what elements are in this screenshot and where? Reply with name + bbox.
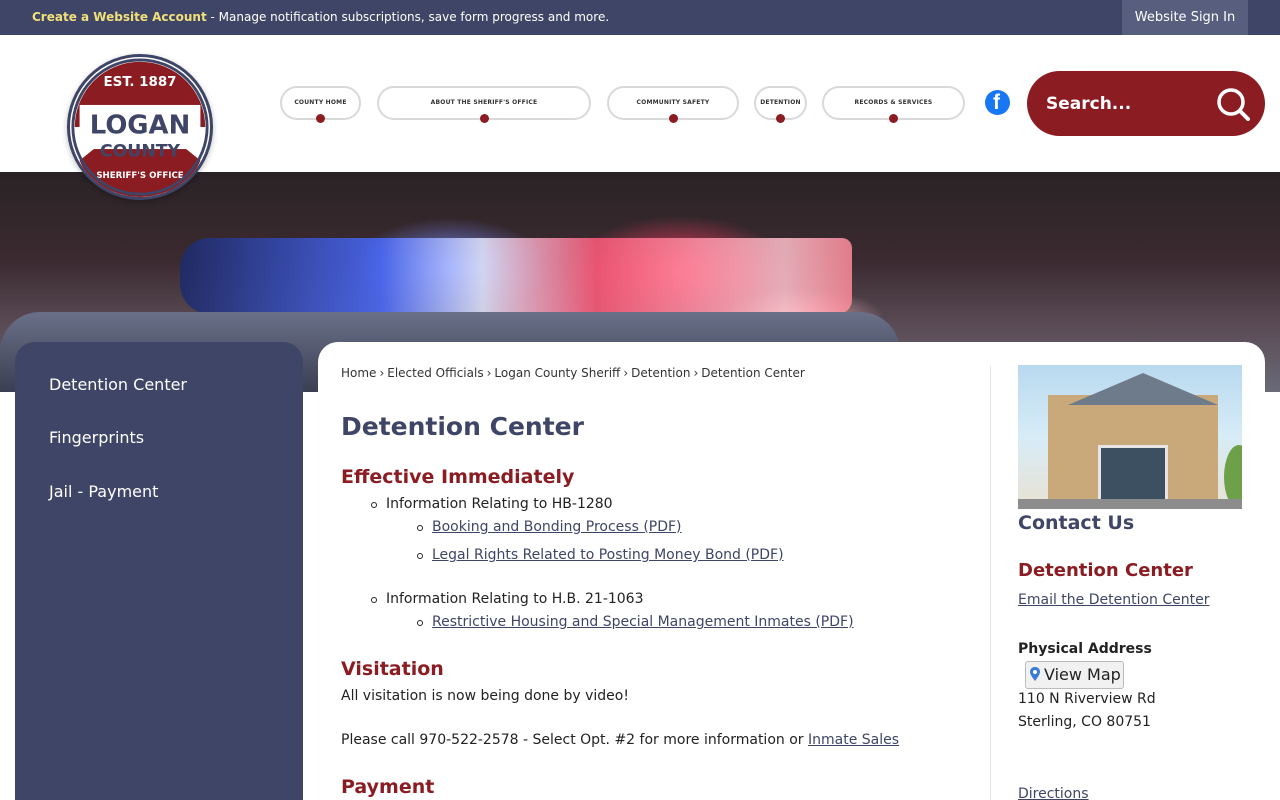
- view-map-button[interactable]: View Map: [1025, 661, 1124, 689]
- visitation-video-text: All visitation is now being done by vide…: [341, 688, 629, 704]
- logo-county-text: COUNTY: [100, 142, 181, 162]
- bullet: [417, 525, 423, 531]
- nav-label: COMMUNITY SAFETY: [636, 99, 710, 106]
- street-address: 110 N Riverview Rd: [1018, 691, 1156, 707]
- visitation-call-line: Please call 970-522-2578 - Select Opt. #…: [341, 732, 808, 748]
- search-icon[interactable]: [1216, 87, 1250, 121]
- main-content: Home › Elected Officials › Logan County Sher…: [318, 342, 1265, 800]
- bullet: [417, 620, 423, 626]
- physical-address-label: Physical Address: [1018, 641, 1152, 657]
- email-detention-link[interactable]: Email the Detention Center: [1018, 592, 1209, 608]
- bullet: [371, 597, 377, 603]
- map-pin-icon: [1030, 667, 1040, 681]
- effective-heading: Effective Immediately: [341, 466, 575, 488]
- nav-dot: [479, 114, 489, 123]
- top-utility-bar: Create a Website Account - Manage notifi…: [0, 0, 1280, 35]
- view-map-label: View Map: [1044, 665, 1121, 684]
- breadcrumb-detention[interactable]: Detention: [631, 366, 690, 380]
- create-account-link[interactable]: Create a Website Account: [32, 10, 207, 24]
- sidebar-item-fingerprints[interactable]: Fingerprints: [49, 428, 144, 447]
- column-divider: [990, 366, 991, 800]
- nav-dot: [316, 114, 325, 123]
- inmate-sales-link[interactable]: Inmate Sales: [808, 732, 899, 748]
- bullet: [371, 502, 377, 508]
- nav-county-home[interactable]: COUNTY HOME: [280, 86, 361, 123]
- city-state-zip: Sterling, CO 80751: [1018, 714, 1151, 730]
- detention-center-photo: [1018, 365, 1242, 509]
- breadcrumb-logan-county-sheriff[interactable]: Logan County Sheriff: [494, 366, 620, 380]
- logo-logan-text: LOGAN: [90, 111, 190, 141]
- search-input[interactable]: [1046, 89, 1206, 119]
- bullet: [417, 553, 423, 559]
- visitation-call-text: Please call 970-522-2578 - Select Opt. #…: [341, 732, 899, 748]
- nav-records-services[interactable]: RECORDS & SERVICES: [822, 86, 965, 123]
- promo-text: - Manage notification subscriptions, sav…: [206, 10, 610, 24]
- breadcrumb-detention-center[interactable]: Detention Center: [701, 366, 805, 380]
- sidebar-nav: Detention Center Fingerprints Jail - Pay…: [15, 342, 303, 800]
- nav-dot: [776, 114, 785, 123]
- search-box: [1027, 71, 1265, 136]
- ground-shape: [1018, 499, 1242, 509]
- roof-shape: [1068, 373, 1218, 405]
- visitation-heading: Visitation: [341, 658, 444, 680]
- breadcrumb-elected-officials[interactable]: Elected Officials: [387, 366, 483, 380]
- nav-dot: [668, 114, 678, 123]
- sidebar-item-detention-center[interactable]: Detention Center: [49, 375, 187, 394]
- account-promo: Create a Website Account - Manage notifi…: [32, 10, 609, 24]
- breadcrumb: Home › Elected Officials › Logan County Sher…: [341, 366, 805, 380]
- restrictive-housing-link[interactable]: Restrictive Housing and Special Manageme…: [432, 614, 854, 630]
- logo-est-text: EST. 1887: [104, 75, 177, 90]
- hb21-1063-item: Information Relating to H.B. 21-1063: [386, 591, 644, 607]
- page-title: Detention Center: [341, 412, 584, 441]
- facebook-icon[interactable]: f: [985, 90, 1010, 115]
- nav-detention[interactable]: DETENTION: [754, 86, 807, 123]
- nav-label: ABOUT THE SHERIFF'S OFFICE: [430, 99, 538, 106]
- payment-heading: Payment: [341, 776, 435, 798]
- directions-link[interactable]: Directions: [1018, 786, 1089, 800]
- site-header: EST. 1887 LOGAN COUNTY SHERIFF'S OFFICE …: [0, 35, 1280, 200]
- sign-in-button[interactable]: Website Sign In: [1122, 0, 1248, 35]
- nav-label: COUNTY HOME: [294, 99, 347, 106]
- police-lightbar-image: [180, 238, 852, 314]
- logo-badge: EST. 1887 LOGAN COUNTY SHERIFF'S OFFICE: [71, 58, 209, 197]
- nav-dot: [889, 114, 898, 123]
- nav-community-safety[interactable]: COMMUNITY SAFETY: [607, 86, 739, 123]
- county-logo[interactable]: EST. 1887 LOGAN COUNTY SHERIFF'S OFFICE: [67, 54, 213, 200]
- booking-bonding-link[interactable]: Booking and Bonding Process (PDF): [432, 519, 682, 535]
- breadcrumb-home[interactable]: Home: [341, 366, 376, 380]
- contact-us-heading: Contact Us: [1018, 512, 1135, 534]
- sidebar-item-jail-payment[interactable]: Jail - Payment: [49, 482, 158, 501]
- logo-sheriff-text: SHERIFF'S OFFICE: [96, 171, 183, 181]
- nav-about-sheriff[interactable]: ABOUT THE SHERIFF'S OFFICE: [377, 86, 591, 123]
- contact-name: Detention Center: [1018, 560, 1193, 581]
- nav-label: RECORDS & SERVICES: [854, 99, 933, 106]
- nav-label: DETENTION: [760, 99, 801, 106]
- legal-rights-link[interactable]: Legal Rights Related to Posting Money Bo…: [432, 547, 784, 563]
- hb1280-item: Information Relating to HB-1280: [386, 496, 613, 512]
